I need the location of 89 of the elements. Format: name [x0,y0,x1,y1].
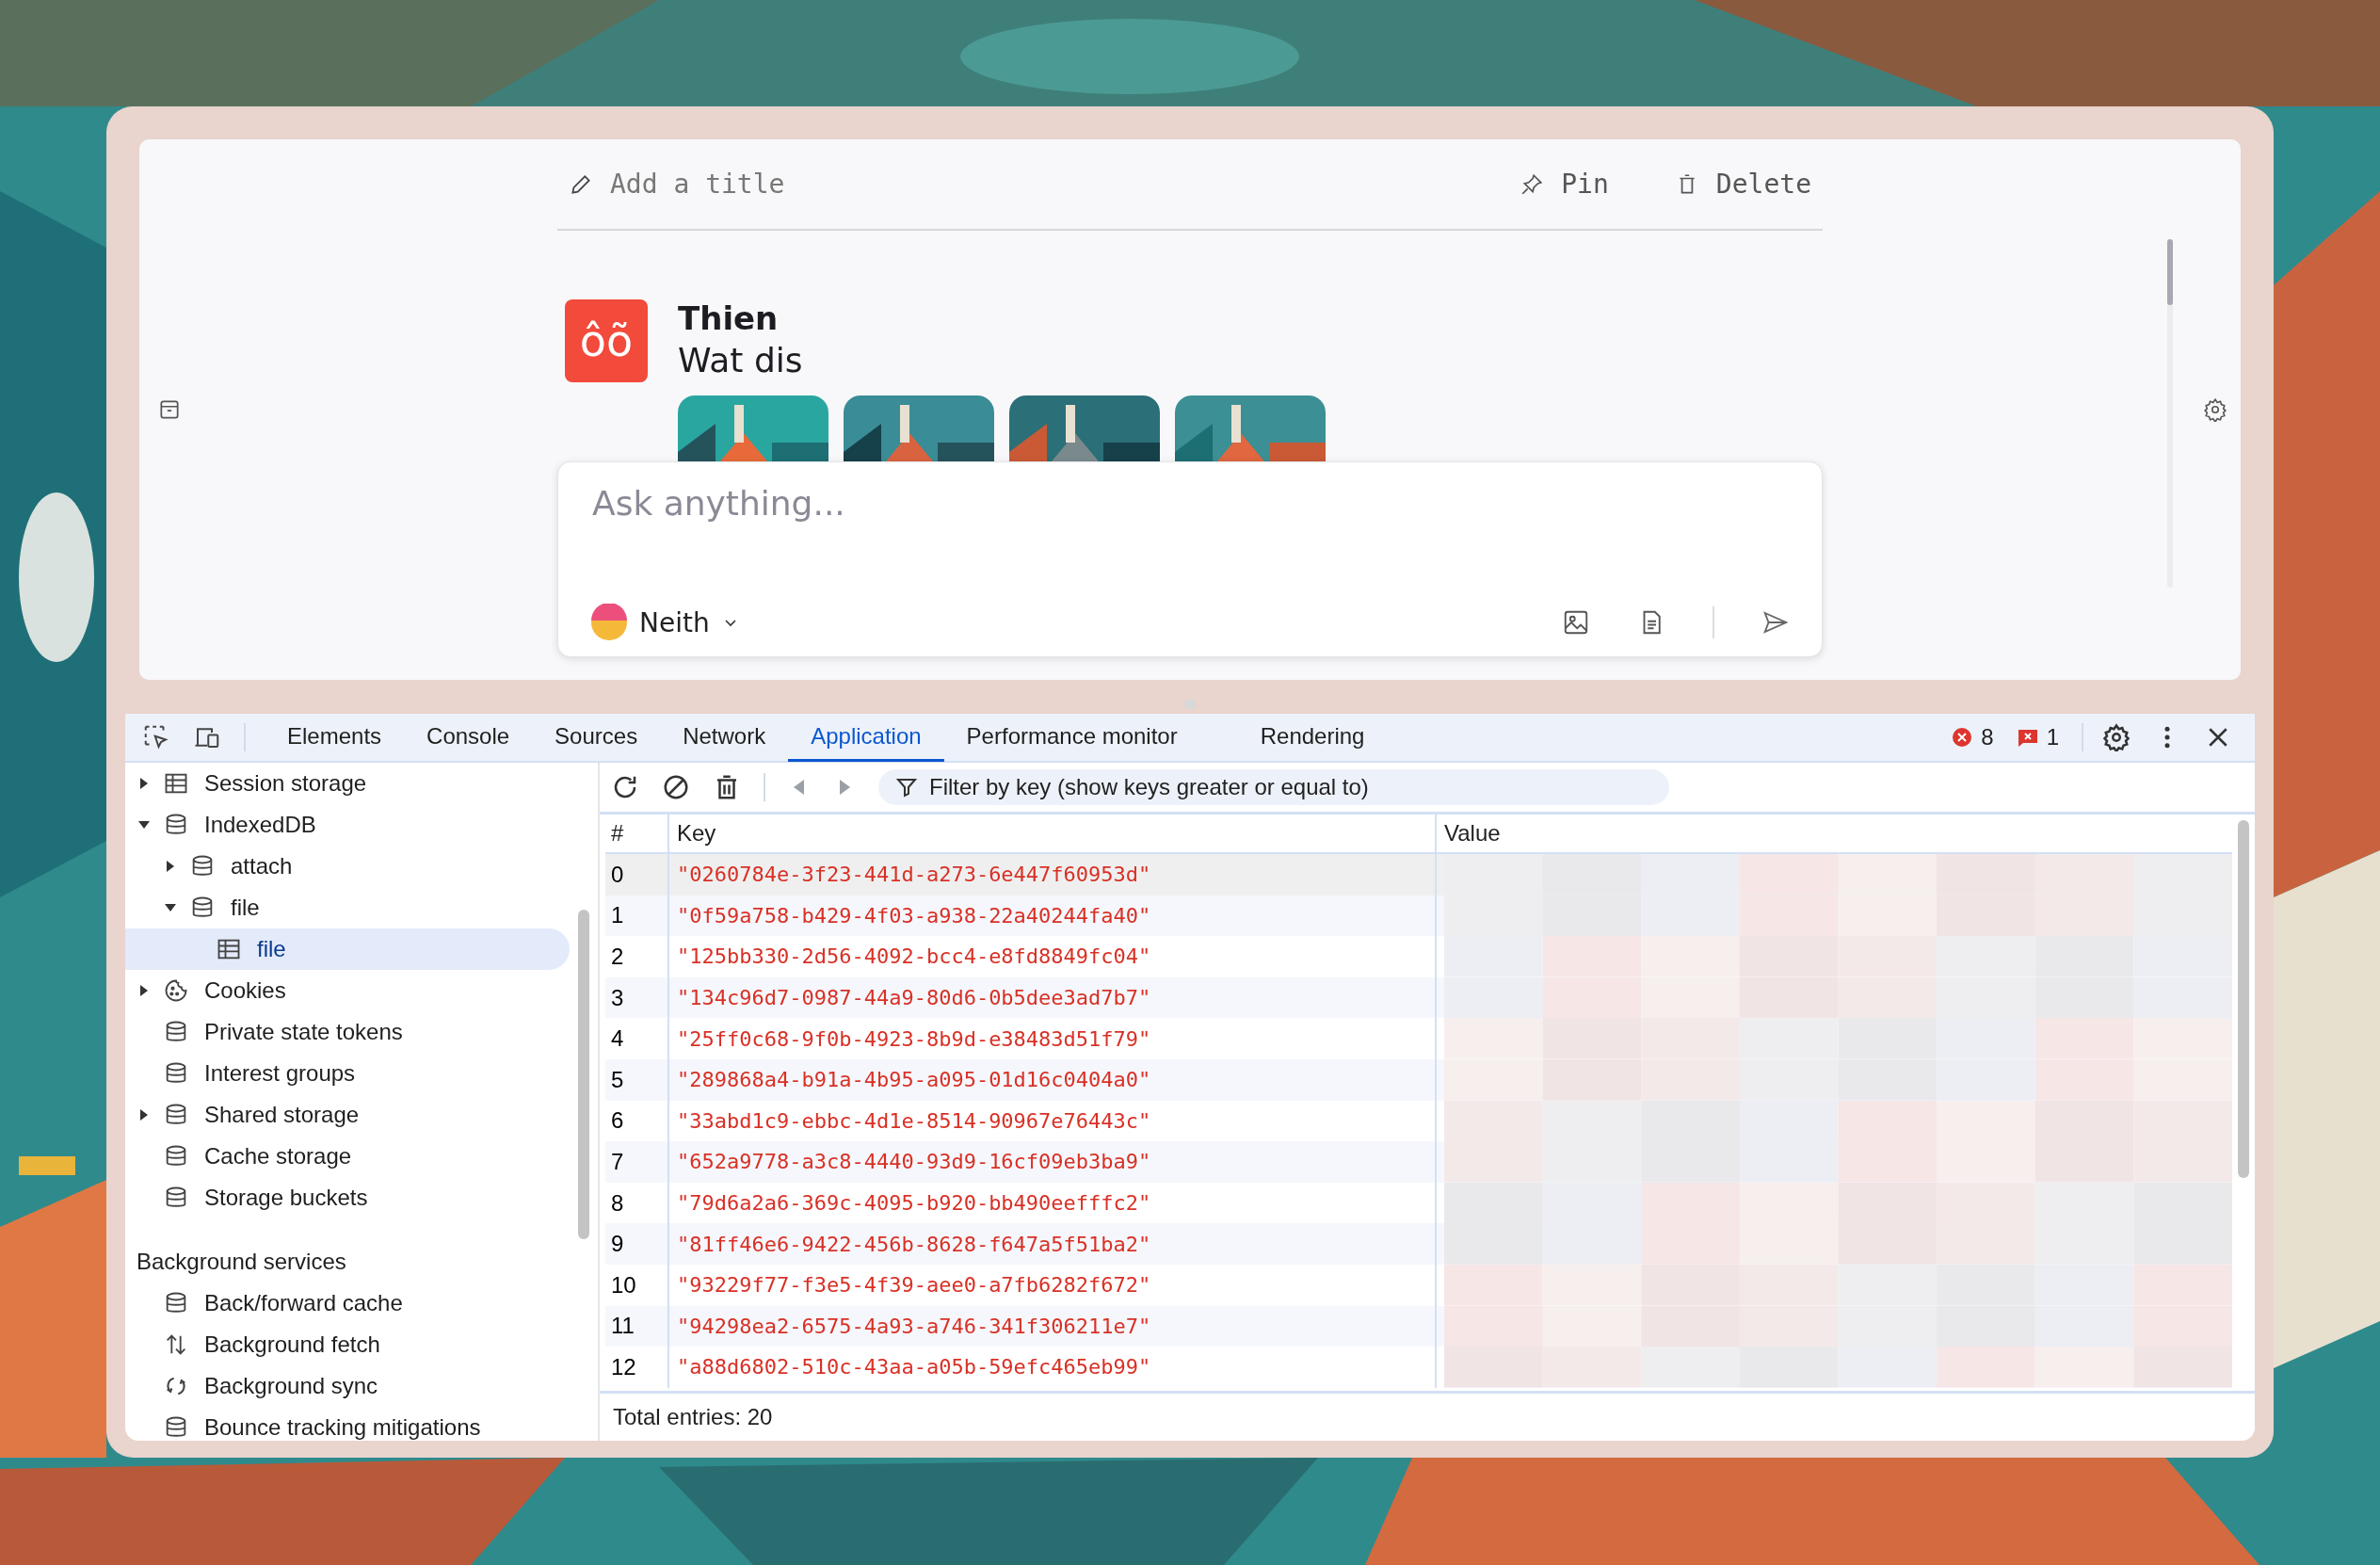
key-cell: "79d6a2a6-369c-4095-b920-bb490eefffc2" [677,1191,1151,1216]
key-cell: "a88d6802-510c-43aa-a05b-59efc465eb99" [677,1355,1151,1379]
action-button[interactable]: Delete [1674,169,1811,200]
row-number: 0 [611,861,624,888]
avatar-icon [590,604,628,641]
filter-icon [895,776,918,799]
cookie-icon [163,977,189,1004]
row-number: 9 [611,1231,624,1258]
tree-item[interactable]: file [125,928,570,970]
key-cell: "33abd1c9-ebbc-4d1e-8514-90967e76443c" [677,1108,1151,1133]
tree-item[interactable]: attach [125,846,570,887]
key-cell: "289868a4-b91a-4b95-a095-01d16c0404a0" [677,1068,1151,1092]
column-header: # [605,815,669,852]
row-number: 3 [611,984,624,1011]
tree-item[interactable]: Storage buckets [125,1177,570,1218]
inspect-icon[interactable] [142,723,170,751]
table-row[interactable]: 5 "289868a4-b91a-4b95-a095-01d16c0404a0" [605,1058,2232,1101]
prompt-field[interactable]: Ask anything... [590,483,1790,524]
table-row[interactable]: 12 "a88d6802-510c-43aa-a05b-59efc465eb99" [605,1347,2232,1388]
table-row[interactable]: 7 "652a9778-a3c8-4440-93d9-16cf09eb3ba9" [605,1141,2232,1183]
tree-item[interactable]: Background fetch [125,1324,570,1365]
key-cell: "125bb330-2d56-4092-bcc4-e8fd8849fc04" [677,944,1151,969]
pin-icon [1520,171,1545,197]
action-button[interactable]: Pin [1520,169,1609,200]
image-icon[interactable] [1562,608,1590,637]
scrollbar[interactable] [2167,239,2173,588]
error-icon [1951,726,1974,749]
tree-item[interactable]: Back/forward cache [125,1283,570,1324]
row-number: 2 [611,944,624,970]
tree-item[interactable]: Private state tokens [125,1011,570,1053]
tree-item[interactable]: Cookies [125,970,570,1011]
send-icon[interactable] [1761,608,1790,637]
key-cell: "0260784e-3f23-441d-a273-6e447f60953d" [677,863,1151,887]
tab[interactable]: Rendering [1237,714,1388,762]
message-text: Wat dis [678,340,804,381]
row-number: 6 [611,1107,624,1135]
settings-icon[interactable] [2102,723,2131,751]
author-name: Thien [678,299,780,337]
tab[interactable]: Console [404,714,533,762]
tree-item[interactable]: Interest groups [125,1053,570,1094]
row-number: 11 [611,1313,635,1340]
table-row[interactable]: 6 "33abd1c9-ebbc-4d1e-8514-90967e76443c" [605,1100,2232,1142]
key-cell: "94298ea2-6575-4a93-a746-341f306211e7" [677,1314,1151,1338]
tab[interactable]: Sources [532,714,661,762]
tab[interactable]: Network [660,714,789,762]
table-row[interactable]: 9 "81ff46e6-9422-456b-8628-f647a5f51ba2" [605,1223,2232,1265]
filter-field[interactable]: Filter by key (show keys greater or equal to) [878,769,1669,805]
key-cell: "0f59a758-b429-4f03-a938-22a40244fa40" [677,903,1151,928]
tree-item[interactable]: Session storage [125,763,570,804]
column-header: Key [669,815,1437,852]
key-cell: "25ff0c68-9f0b-4923-8b9d-e38483d51f79" [677,1026,1151,1051]
entries-count: Total entries: 20 [612,1403,774,1431]
tree-item[interactable]: Shared storage [125,1094,570,1136]
tree-item[interactable]: file [125,887,570,928]
table-row[interactable]: 4 "25ff0c68-9f0b-4923-8b9d-e38483d51f79" [605,1018,2232,1059]
tree-item[interactable]: IndexedDB [125,804,570,846]
table-row[interactable]: 11 "94298ea2-6575-4a93-a746-341f306211e7" [605,1305,2232,1347]
row-number: 8 [611,1189,624,1217]
tab[interactable]: Application [788,714,944,762]
row-number: 5 [611,1066,624,1093]
key-cell: "81ff46e6-9422-456b-8628-f647a5f51ba2" [677,1232,1151,1256]
table-row[interactable]: 10 "93229f77-f3e5-4f39-aee0-a7fb6282f672" [605,1264,2232,1306]
row-number: 12 [611,1353,636,1380]
row-number: 7 [611,1148,624,1175]
issue-counter[interactable]: 1 [2016,724,2059,750]
key-cell: "134c96d7-0987-44a9-80d6-0b5dee3ad7b7" [677,986,1151,1010]
model-selector[interactable]: Neith [590,604,740,641]
table-row[interactable]: 8 "79d6a2a6-369c-4095-b920-bb490eefffc2" [605,1182,2232,1224]
archive-icon[interactable] [157,397,182,422]
key-cell: "652a9778-a3c8-4440-93d9-16cf09eb3ba9" [677,1150,1151,1174]
tab[interactable]: Elements [265,714,405,762]
tab[interactable]: Performance monitor [943,714,1200,762]
row-number: 1 [611,902,624,929]
key-cell: "93229f77-f3e5-4f39-aee0-a7fb6282f672" [677,1273,1151,1298]
table-row[interactable]: 2 "125bb330-2d56-4092-bcc4-e8fd8849fc04" [605,936,2232,977]
title-field[interactable]: Add a title [608,168,857,201]
section-heading: Background services [136,1248,347,1276]
avatar: ôõ [565,299,648,382]
column-header: Value [1443,819,1502,847]
tree-item[interactable]: Bounce tracking mitigations [125,1407,570,1441]
error-counter[interactable]: 8 [1951,724,1994,750]
table-row[interactable]: 1 "0f59a758-b429-4f03-a938-22a40244fa40" [605,895,2232,937]
row-number: 10 [611,1271,636,1299]
clear-icon[interactable] [662,773,690,801]
table-row[interactable]: 3 "134c96d7-0987-44a9-80d6-0b5dee3ad7b7" [605,976,2232,1019]
tree-item[interactable]: Background sync [125,1365,570,1407]
settings-icon[interactable] [2203,397,2227,422]
row-number: 4 [611,1025,624,1053]
tree-item[interactable]: Cache storage [125,1136,570,1177]
